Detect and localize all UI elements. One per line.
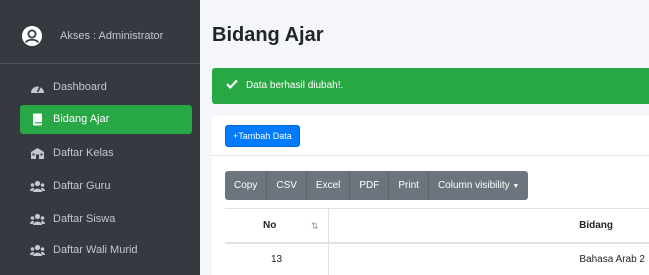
user-avatar-icon	[22, 26, 42, 46]
column-visibility-label: Column visibility	[437, 180, 510, 191]
alert-message: Data berhasil diubah!.	[246, 80, 344, 91]
sidebar-item-label: Dashboard	[53, 81, 107, 93]
user-panel: Akses : Administrator	[0, 0, 200, 64]
users-icon	[30, 213, 45, 226]
column-visibility-button[interactable]: Column visibility ▼	[429, 171, 528, 200]
excel-button[interactable]: Excel	[307, 171, 351, 200]
caret-down-icon: ▼	[512, 183, 520, 190]
check-icon	[226, 79, 238, 92]
sidebar-item-label: Bidang Ajar	[53, 113, 110, 125]
sidebar-item-label: Daftar Kelas	[53, 147, 114, 159]
sidebar-item-daftar-guru[interactable]: Daftar Guru	[20, 172, 192, 201]
card-header: +Tambah Data	[212, 116, 649, 156]
column-header-bidang[interactable]: Bidang	[330, 209, 649, 243]
main-content: Bidang Ajar Data berhasil diubah!. +Tamb…	[200, 0, 649, 275]
sidebar-item-bidang-ajar[interactable]: Bidang Ajar	[20, 105, 192, 134]
cell-bidang: Bahasa Arab 2	[579, 254, 645, 265]
sidebar-item-daftar-wali-murid[interactable]: Daftar Wali Murid	[20, 236, 192, 265]
csv-button[interactable]: CSV	[267, 171, 307, 200]
sidebar-item-label: Daftar Guru	[53, 180, 111, 192]
sort-icon: ⇅	[311, 221, 319, 231]
users-icon	[30, 180, 45, 193]
pdf-button[interactable]: PDF	[350, 171, 390, 200]
sidebar-item-dashboard[interactable]: Dashboard	[20, 73, 192, 102]
column-header-label: No	[263, 220, 277, 231]
cell-no: 13	[225, 244, 329, 275]
column-header-no[interactable]: No ⇅	[225, 209, 329, 243]
add-data-button-label: Tambah Data	[238, 131, 292, 141]
tachometer-icon	[30, 81, 45, 94]
table-header: No ⇅ Bidang	[225, 208, 649, 244]
success-alert: Data berhasil diubah!.	[212, 68, 649, 104]
add-data-button[interactable]: +Tambah Data	[225, 125, 300, 147]
users-icon	[30, 244, 45, 257]
sidebar-item-daftar-kelas[interactable]: Daftar Kelas	[20, 139, 192, 168]
user-access-label: Akses : Administrator	[60, 30, 164, 42]
sidebar-item-label: Daftar Siswa	[53, 213, 116, 225]
sidebar-item-daftar-siswa[interactable]: Daftar Siswa	[20, 205, 192, 234]
data-table: No ⇅ Bidang 13 Bahasa Arab 2	[225, 208, 649, 275]
sidebar-item-label: Daftar Wali Murid	[53, 244, 138, 256]
data-card: +Tambah Data Copy CSV Excel PDF Print Co…	[212, 116, 649, 275]
table-row: 13 Bahasa Arab 2	[225, 244, 649, 275]
sidebar: Akses : Administrator Dashboard Bidang A…	[0, 0, 200, 275]
school-icon	[30, 147, 45, 160]
copy-button[interactable]: Copy	[225, 171, 268, 200]
page-title: Bidang Ajar	[212, 24, 324, 46]
book-icon	[30, 113, 45, 126]
export-button-group: Copy CSV Excel PDF Print Column visibili…	[225, 171, 529, 200]
print-button[interactable]: Print	[389, 171, 429, 200]
